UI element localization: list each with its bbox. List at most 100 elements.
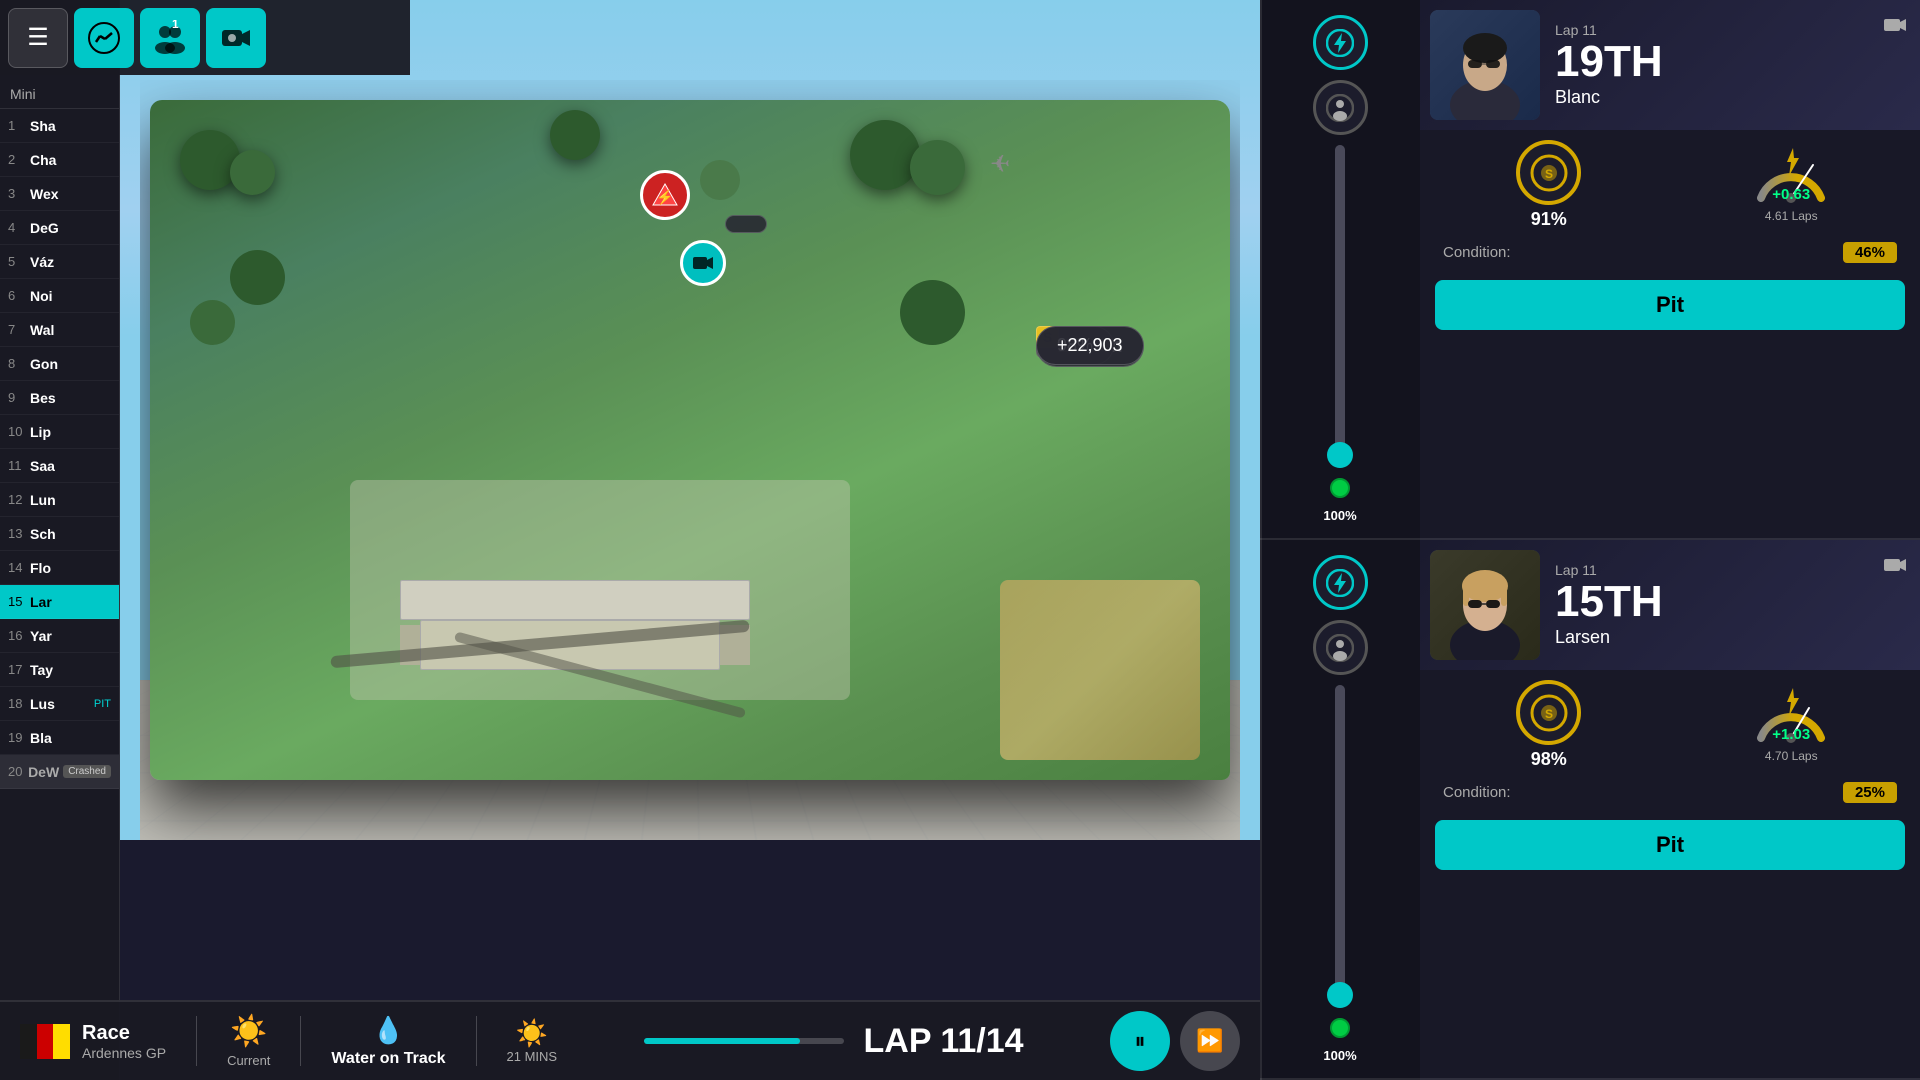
driver1-energy-laps: 4.61 Laps — [1765, 209, 1818, 223]
driver1-card: Lap 11 19TH Blanc — [1420, 0, 1920, 540]
driver2-stats-row1: S 98% — [1435, 680, 1905, 770]
time-label: 21 MINS — [507, 1049, 558, 1064]
driver1-pit-button[interactable]: Pit — [1435, 280, 1905, 330]
driver2-condition-pct: 25% — [1843, 782, 1897, 803]
driver-cards: Lap 11 19TH Blanc — [1420, 0, 1920, 1080]
water-icon: 💧 — [372, 1015, 404, 1046]
sidebar-row-4[interactable]: 4DeG — [0, 211, 119, 245]
driver2-tyre-icon: S — [1516, 680, 1581, 745]
driver1-condition-pct: 46% — [1843, 242, 1897, 263]
driver1-condition-row: Condition: 46% — [1435, 238, 1905, 267]
sidebar-row-10[interactable]: 10Lip — [0, 415, 119, 449]
sidebar-row-pos: 17 — [8, 662, 30, 677]
driver2-slider-container — [1270, 685, 1410, 1008]
sidebar-row-pos: 18 — [8, 696, 30, 711]
sidebar-row-3[interactable]: 3Wex — [0, 177, 119, 211]
team-button[interactable]: 1 — [140, 8, 200, 68]
driver2-slider-pct: 100% — [1323, 1048, 1356, 1063]
sidebar-row-20[interactable]: 20DeWCrashed — [0, 755, 119, 789]
sidebar-row-abbr: Lun — [30, 492, 111, 508]
sidebar-row-abbr: Váz — [30, 254, 111, 270]
bottom-bar: Race Ardennes GP ☀️ Current 💧 Water on T… — [0, 1000, 1260, 1080]
driver1-slider[interactable] — [1335, 145, 1345, 468]
pause-icon: ⏸ — [1134, 1028, 1145, 1054]
driver1-energy-val: +0.63 — [1772, 186, 1810, 203]
driver1-tyre-stat: S 91% — [1435, 140, 1663, 230]
sidebar-row-19[interactable]: 19Bla — [0, 721, 119, 755]
lap-counter: LAP 11/14 — [864, 1022, 1024, 1061]
sidebar-row-abbr: Sha — [30, 118, 111, 134]
driver2-controls: 100% — [1260, 540, 1420, 1080]
driver2-info: Lap 11 15TH Larsen — [1555, 562, 1663, 647]
driver1-name: Blanc — [1555, 87, 1663, 108]
sidebar-row-13[interactable]: 13Sch — [0, 517, 119, 551]
sidebar-row-11[interactable]: 11Saa — [0, 449, 119, 483]
sidebar-row-pos: 15 — [8, 594, 30, 609]
sidebar-row-9[interactable]: 9Bes — [0, 381, 119, 415]
sidebar-row-8[interactable]: 8Gon — [0, 347, 119, 381]
larsen-gap: +22,903 — [1036, 326, 1144, 365]
sidebar-row-abbr: Wal — [30, 322, 111, 338]
flag-section: Race Ardennes GP — [20, 1022, 166, 1061]
sidebar-row-15[interactable]: 15Lar — [0, 585, 119, 619]
driver2-name: Larsen — [1555, 627, 1663, 648]
time-icon: ☀️ — [516, 1018, 548, 1049]
race-title-section: Race Ardennes GP — [82, 1022, 166, 1061]
sidebar-row-status: PIT — [94, 698, 111, 710]
sidebar-row-pos: 6 — [8, 288, 30, 303]
sidebar-row-pos: 8 — [8, 356, 30, 371]
driver1-lap: Lap 11 — [1555, 22, 1663, 38]
sidebar-row-16[interactable]: 16Yar — [0, 619, 119, 653]
sidebar-row-abbr: Sch — [30, 526, 111, 542]
sidebar-row-12[interactable]: 12Lun — [0, 483, 119, 517]
driver2-person-btn[interactable] — [1313, 620, 1368, 675]
water-section: 💧 Water on Track — [331, 1015, 445, 1068]
left-sidebar: Mini 1Sha2Cha3Wex4DeG5Váz6Noi7Wal8Gon9Be… — [0, 0, 120, 1080]
sidebar-row-pos: 14 — [8, 560, 30, 575]
sidebar-row-2[interactable]: 2Cha — [0, 143, 119, 177]
stats-button[interactable] — [74, 8, 134, 68]
driver2-lap: Lap 11 — [1555, 562, 1663, 578]
driver1-position: 19TH — [1555, 38, 1663, 86]
sidebar-row-pos: 13 — [8, 526, 30, 541]
driver1-condition-label: Condition: — [1443, 244, 1511, 261]
sidebar-row-14[interactable]: 14Flo — [0, 551, 119, 585]
driver1-person-btn[interactable] — [1313, 80, 1368, 135]
sidebar-row-5[interactable]: 5Váz — [0, 245, 119, 279]
sidebar-row-17[interactable]: 17Tay — [0, 653, 119, 687]
driver2-condition-label: Condition: — [1443, 784, 1511, 801]
driver2-tyre-pct: 98% — [1531, 749, 1567, 770]
divider-3 — [476, 1016, 477, 1066]
sidebar-row-18[interactable]: 18LusPIT — [0, 687, 119, 721]
driver2-slider[interactable] — [1335, 685, 1345, 1008]
sidebar-row-abbr: Tay — [30, 662, 111, 678]
fast-forward-button[interactable]: ⏩ — [1180, 1011, 1240, 1071]
driver2-pit-button[interactable]: Pit — [1435, 820, 1905, 870]
sidebar-row-pos: 4 — [8, 220, 30, 235]
sidebar-crashed-badge: Crashed — [63, 765, 111, 778]
divider-2 — [300, 1016, 301, 1066]
driver2-status-dot — [1330, 1018, 1350, 1038]
driver2-camera-icon — [1882, 552, 1908, 583]
driver1-slider-pct: 100% — [1323, 508, 1356, 523]
lap-display-section: LAP 11/14 — [587, 1022, 1080, 1061]
sidebar-row-abbr: Flo — [30, 560, 111, 576]
camera-button[interactable] — [206, 8, 266, 68]
menu-button[interactable]: ☰ — [8, 8, 68, 68]
driver1-camera-icon — [1882, 12, 1908, 44]
sidebar-title: Mini — [0, 80, 119, 109]
sidebar-row-6[interactable]: 6Noi — [0, 279, 119, 313]
divider-1 — [196, 1016, 197, 1066]
driver1-lightning-btn[interactable] — [1313, 15, 1368, 70]
driver1-controls: 100% — [1260, 0, 1420, 540]
driver1-energy-gauge: +0.63 — [1751, 140, 1831, 205]
driver2-lightning-btn[interactable] — [1313, 555, 1368, 610]
sidebar-row-1[interactable]: 1Sha — [0, 109, 119, 143]
driver2-condition-row: Condition: 25% — [1435, 778, 1905, 807]
pause-button[interactable]: ⏸ — [1110, 1011, 1170, 1071]
crash-marker: ⚡ — [640, 170, 690, 220]
water-label: Water on Track — [331, 1050, 445, 1068]
sidebar-row-pos: 2 — [8, 152, 30, 167]
sidebar-row-7[interactable]: 7Wal — [0, 313, 119, 347]
driver1-stats-row1: S 91% — [1435, 140, 1905, 230]
